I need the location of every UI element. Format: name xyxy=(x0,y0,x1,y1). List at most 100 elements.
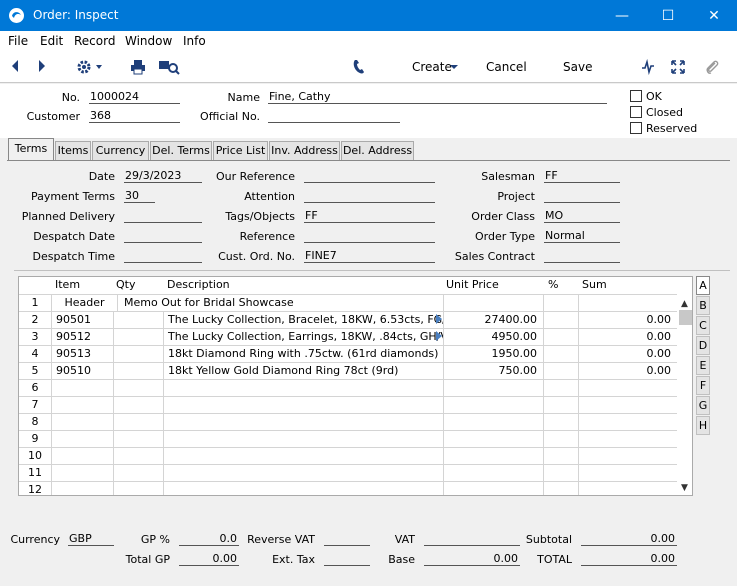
side-tab-f[interactable]: F xyxy=(696,376,710,395)
item-cell[interactable]: Header xyxy=(51,295,113,311)
reference-field[interactable] xyxy=(304,229,435,243)
percent-cell[interactable] xyxy=(543,431,578,447)
menu-edit[interactable]: Edit xyxy=(40,34,63,48)
tab-terms[interactable]: Terms xyxy=(8,138,54,160)
qty-cell[interactable] xyxy=(113,397,163,413)
item-cell[interactable] xyxy=(51,397,113,413)
description-cell[interactable] xyxy=(163,465,443,481)
percent-cell[interactable] xyxy=(543,346,578,362)
sum-cell[interactable] xyxy=(578,380,677,396)
date-field[interactable]: 29/3/2023 xyxy=(124,169,202,183)
despatch-date-field[interactable] xyxy=(124,229,202,243)
sum-cell[interactable] xyxy=(578,448,677,464)
name-field[interactable]: Fine, Cathy xyxy=(268,90,607,104)
unit-price-cell[interactable] xyxy=(443,465,543,481)
item-cell[interactable] xyxy=(51,482,113,495)
sales-contract-field[interactable] xyxy=(544,249,620,263)
scroll-thumb[interactable] xyxy=(679,310,692,325)
customer-field[interactable]: 368 xyxy=(89,109,180,123)
percent-cell[interactable] xyxy=(543,465,578,481)
order-type-field[interactable]: Normal xyxy=(544,229,620,243)
despatch-time-field[interactable] xyxy=(124,249,202,263)
menu-record[interactable]: Record xyxy=(74,34,115,48)
tab-currency[interactable]: Currency xyxy=(92,141,149,160)
side-tab-a[interactable]: A xyxy=(696,276,710,295)
sum-cell[interactable]: 0.00 xyxy=(578,312,677,328)
order-class-field[interactable]: MO xyxy=(544,209,620,223)
item-cell[interactable]: 90513 xyxy=(51,346,113,362)
sum-cell[interactable] xyxy=(578,465,677,481)
qty-cell[interactable] xyxy=(113,448,163,464)
unit-price-cell[interactable]: 1950.00 xyxy=(443,346,543,362)
previous-record-icon[interactable] xyxy=(10,59,20,73)
sum-cell[interactable] xyxy=(578,414,677,430)
side-tab-h[interactable]: H xyxy=(696,416,710,435)
unit-price-cell[interactable] xyxy=(443,448,543,464)
item-cell[interactable] xyxy=(51,380,113,396)
unit-price-cell[interactable]: 750.00 xyxy=(443,363,543,379)
qty-cell[interactable] xyxy=(113,431,163,447)
unit-price-cell[interactable] xyxy=(443,397,543,413)
create-button[interactable]: Create xyxy=(412,60,452,74)
unit-price-cell[interactable]: 4950.00 xyxy=(443,329,543,345)
sum-cell[interactable] xyxy=(578,295,677,311)
description-cell[interactable]: 18kt Diamond Ring with .75ctw. (61rd dia… xyxy=(163,346,443,362)
ok-checkbox[interactable] xyxy=(630,90,642,102)
description-cell[interactable] xyxy=(163,448,443,464)
closed-checkbox[interactable] xyxy=(630,106,642,118)
sum-cell[interactable]: 0.00 xyxy=(578,363,677,379)
reserved-checkbox[interactable] xyxy=(630,122,642,134)
currency-field[interactable]: GBP xyxy=(68,532,114,546)
side-tab-g[interactable]: G xyxy=(696,396,710,415)
minimize-button[interactable]: — xyxy=(599,0,645,31)
attention-field[interactable] xyxy=(304,189,435,203)
item-cell[interactable]: 90510 xyxy=(51,363,113,379)
percent-cell[interactable] xyxy=(543,312,578,328)
phone-icon[interactable] xyxy=(352,59,366,75)
qty-cell[interactable] xyxy=(113,363,163,379)
description-cell[interactable] xyxy=(163,380,443,396)
percent-cell[interactable] xyxy=(543,397,578,413)
next-record-icon[interactable] xyxy=(37,59,47,73)
expand-icon[interactable] xyxy=(671,59,685,75)
salesman-field[interactable]: FF xyxy=(544,169,620,183)
percent-cell[interactable] xyxy=(543,482,578,495)
qty-cell[interactable] xyxy=(113,312,163,328)
side-tab-d[interactable]: D xyxy=(696,336,710,355)
qty-cell[interactable] xyxy=(113,329,163,345)
menu-window[interactable]: Window xyxy=(125,34,172,48)
side-tab-e[interactable]: E xyxy=(696,356,710,375)
qty-cell[interactable] xyxy=(113,482,163,495)
maximize-button[interactable]: ☐ xyxy=(645,0,691,31)
unit-price-cell[interactable]: 27400.00 xyxy=(443,312,543,328)
description-cell[interactable]: Memo Out for Bridal Showcase xyxy=(117,295,443,311)
description-cell[interactable] xyxy=(163,482,443,495)
save-button[interactable]: Save xyxy=(563,60,592,74)
qty-cell[interactable] xyxy=(113,414,163,430)
unit-price-cell[interactable] xyxy=(443,380,543,396)
cust-ord-no-field[interactable]: FINE7 xyxy=(304,249,435,263)
qty-cell[interactable] xyxy=(113,465,163,481)
menu-file[interactable]: File xyxy=(8,34,28,48)
tab-del-address[interactable]: Del. Address xyxy=(341,141,414,160)
our-reference-field[interactable] xyxy=(304,169,435,183)
percent-cell[interactable] xyxy=(543,414,578,430)
description-cell[interactable] xyxy=(163,397,443,413)
scroll-up-icon[interactable]: ▲ xyxy=(681,299,688,309)
sum-cell[interactable]: 0.00 xyxy=(578,329,677,345)
gear-icon[interactable] xyxy=(76,59,104,75)
no-field[interactable]: 1000024 xyxy=(89,90,180,104)
item-cell[interactable] xyxy=(51,414,113,430)
planned-delivery-field[interactable] xyxy=(124,209,202,223)
tags-objects-field[interactable]: FF xyxy=(304,209,435,223)
scroll-down-icon[interactable]: ▼ xyxy=(681,483,688,493)
close-button[interactable]: ✕ xyxy=(691,0,737,31)
project-field[interactable] xyxy=(544,189,620,203)
chevron-down-icon[interactable] xyxy=(449,64,459,70)
description-cell[interactable]: The Lucky Collection, Earrings, 18KW, .8… xyxy=(163,329,443,345)
item-cell[interactable] xyxy=(51,431,113,447)
sum-cell[interactable] xyxy=(578,431,677,447)
unit-price-cell[interactable] xyxy=(443,414,543,430)
description-cell[interactable]: 18kt Yellow Gold Diamond Ring 78ct (9rd) xyxy=(163,363,443,379)
item-cell[interactable]: 90512 xyxy=(51,329,113,345)
